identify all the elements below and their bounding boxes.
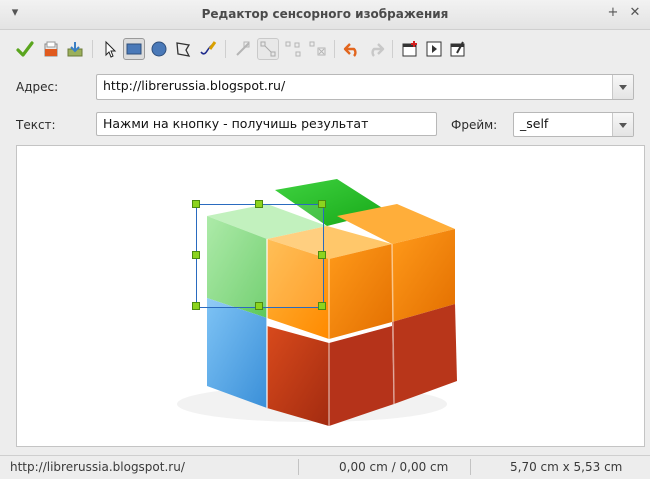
image-map-editor-window: ▾ Редактор сенсорного изображения + ✕ Ад… xyxy=(0,0,650,478)
close-icon[interactable]: ✕ xyxy=(628,6,642,20)
rectangle-icon[interactable] xyxy=(123,38,145,60)
open-icon[interactable] xyxy=(40,38,62,60)
ellipse-icon[interactable] xyxy=(148,38,170,60)
move-points-icon[interactable] xyxy=(257,38,279,60)
polygon-icon[interactable] xyxy=(172,38,194,60)
title-bar: ▾ Редактор сенсорного изображения + ✕ xyxy=(0,0,650,30)
frame-value: _self xyxy=(520,116,549,131)
select-icon[interactable] xyxy=(99,38,121,60)
resize-handle[interactable] xyxy=(318,302,326,310)
cube-image xyxy=(177,179,457,426)
status-bar: http://librerussia.blogspot.ru/ 0,00 cm … xyxy=(0,455,650,479)
resize-handle[interactable] xyxy=(318,200,326,208)
toolbar-separator xyxy=(225,40,226,58)
address-combobox[interactable]: http://librerussia.blogspot.ru/ xyxy=(96,74,634,100)
macro-icon[interactable] xyxy=(423,38,445,60)
status-size: 5,70 cm x 5,53 cm xyxy=(510,460,623,474)
address-label: Адрес: xyxy=(16,80,59,94)
status-separator xyxy=(470,459,471,475)
active-icon[interactable] xyxy=(399,38,421,60)
resize-handle[interactable] xyxy=(192,251,200,259)
toolbar-separator xyxy=(392,40,393,58)
frame-label: Фрейм: xyxy=(451,118,498,132)
frame-dropdown-button[interactable] xyxy=(612,113,633,136)
apply-icon[interactable] xyxy=(14,38,36,60)
text-field[interactable]: Нажми на кнопку - получишь результат xyxy=(96,112,437,136)
redo-icon[interactable] xyxy=(365,38,387,60)
frame-combobox[interactable]: _self xyxy=(513,112,634,137)
resize-handle[interactable] xyxy=(318,251,326,259)
pin-icon[interactable]: + xyxy=(606,6,620,20)
text-label: Текст: xyxy=(16,118,56,132)
resize-handle[interactable] xyxy=(192,302,200,310)
undo-icon[interactable] xyxy=(341,38,363,60)
toolbar-separator xyxy=(334,40,335,58)
edit-points-icon[interactable] xyxy=(232,38,254,60)
text-value: Нажми на кнопку - получишь результат xyxy=(103,116,369,131)
toolbar-separator xyxy=(92,40,93,58)
insert-points-icon[interactable] xyxy=(282,38,304,60)
window-title: Редактор сенсорного изображения xyxy=(201,7,449,21)
toolbar xyxy=(0,30,650,68)
hotspot-rectangle[interactable] xyxy=(196,204,324,308)
status-position: 0,00 cm / 0,00 cm xyxy=(339,460,449,474)
freeform-icon[interactable] xyxy=(197,38,219,60)
save-icon[interactable] xyxy=(64,38,86,60)
resize-handle[interactable] xyxy=(255,302,263,310)
status-separator xyxy=(298,459,299,475)
properties-icon[interactable] xyxy=(447,38,469,60)
resize-handle[interactable] xyxy=(192,200,200,208)
image-canvas[interactable] xyxy=(16,145,645,447)
status-url: http://librerussia.blogspot.ru/ xyxy=(10,460,185,474)
address-dropdown-button[interactable] xyxy=(612,75,633,99)
address-value: http://librerussia.blogspot.ru/ xyxy=(103,78,286,93)
resize-handle[interactable] xyxy=(255,200,263,208)
delete-points-icon[interactable] xyxy=(306,38,328,60)
